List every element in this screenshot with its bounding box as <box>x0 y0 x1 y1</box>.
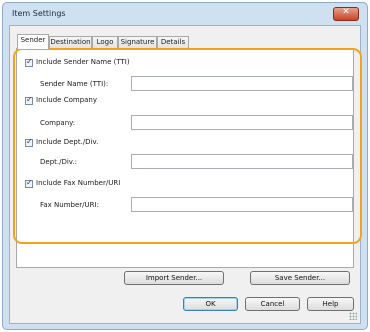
include-sender-name-label: Include Sender Name (TTI) <box>36 58 130 66</box>
ok-button[interactable]: OK <box>183 297 238 311</box>
tab-details[interactable]: Details <box>157 36 189 48</box>
include-fax-number-checkbox[interactable] <box>25 178 33 188</box>
title-bar[interactable]: Item Settings ✕ <box>3 3 367 25</box>
company-label: Company: <box>40 119 76 127</box>
import-sender-button[interactable]: Import Sender... <box>124 271 224 285</box>
include-company-label: Include Company <box>36 96 98 104</box>
include-sender-name-checkbox[interactable] <box>25 57 33 67</box>
dept-label: Dept./Div.: <box>40 158 77 166</box>
resize-grip-icon[interactable] <box>349 312 357 320</box>
tab-signature[interactable]: Signature <box>118 36 157 48</box>
tab-sender[interactable]: Sender <box>17 34 49 49</box>
include-company-checkbox[interactable] <box>25 95 33 105</box>
tab-logo[interactable]: Logo <box>92 36 118 48</box>
include-fax-number-label: Include Fax Number/URI <box>36 179 121 187</box>
tab-destination[interactable]: Destination <box>49 36 92 48</box>
close-icon: ✕ <box>342 7 350 17</box>
close-button[interactable]: ✕ <box>333 7 359 21</box>
sender-name-input[interactable] <box>131 76 353 91</box>
fax-number-label: Fax Number/URI: <box>40 201 99 209</box>
include-dept-label: Include Dept./Div. <box>36 138 99 146</box>
fax-number-input[interactable] <box>131 197 353 212</box>
company-input[interactable] <box>131 115 353 130</box>
dialog-title: Item Settings <box>12 9 66 18</box>
help-button[interactable]: Help <box>307 297 354 311</box>
cancel-button[interactable]: Cancel <box>245 297 300 311</box>
dept-input[interactable] <box>131 154 353 169</box>
include-dept-checkbox[interactable] <box>25 137 33 147</box>
save-sender-button[interactable]: Save Sender... <box>250 271 350 285</box>
sender-name-label: Sender Name (TTI): <box>40 80 109 88</box>
